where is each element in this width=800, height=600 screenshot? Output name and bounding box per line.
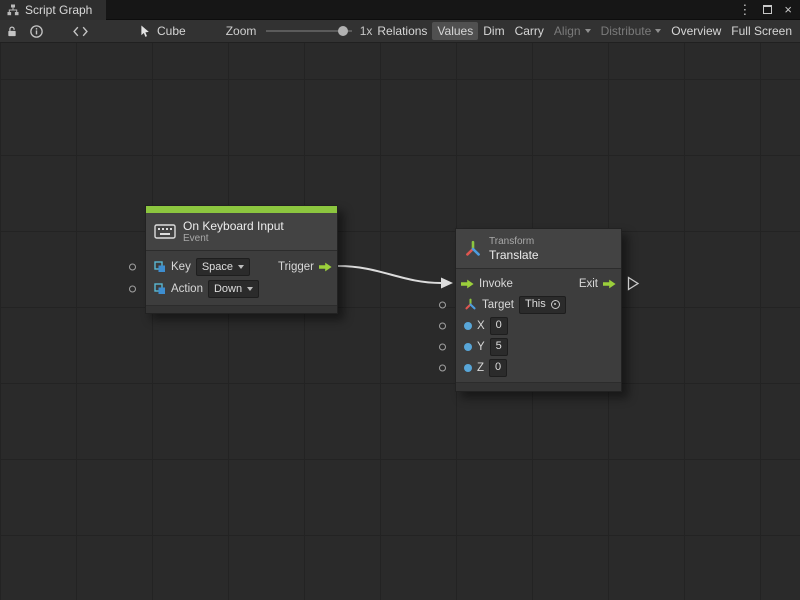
close-icon[interactable]: × bbox=[784, 0, 792, 20]
target-object-label: Cube bbox=[157, 24, 186, 38]
invoke-input-port[interactable] bbox=[461, 279, 474, 289]
node-transform-translate[interactable]: Transform Translate Invoke Exit bbox=[455, 228, 622, 392]
flow-continuation-icon bbox=[627, 276, 640, 291]
x-value-field[interactable]: 0 bbox=[490, 317, 508, 335]
carry-button[interactable]: Carry bbox=[510, 22, 549, 40]
x-value: 0 bbox=[496, 319, 502, 332]
overview-button[interactable]: Overview bbox=[666, 22, 726, 40]
values-button[interactable]: Values bbox=[432, 22, 478, 40]
key-input-port[interactable] bbox=[129, 264, 136, 271]
node-on-keyboard-input[interactable]: On Keyboard Input Event Key Space bbox=[145, 205, 338, 314]
window-controls: ⋮ × bbox=[738, 0, 800, 20]
key-dropdown[interactable]: Space bbox=[196, 258, 250, 276]
distribute-button: Distribute bbox=[596, 22, 667, 40]
transform-gizmo-icon bbox=[464, 240, 482, 258]
graph-toolbar: Cube Zoom 1x Relations Values Dim Carry … bbox=[0, 20, 800, 43]
action-row: Action Down bbox=[146, 278, 337, 300]
y-row: Y 5 bbox=[456, 336, 621, 357]
target-value-field[interactable]: This bbox=[519, 296, 566, 314]
trigger-to-invoke-wire[interactable] bbox=[338, 266, 453, 289]
x-label: X bbox=[477, 320, 485, 332]
window-menu-icon[interactable]: ⋮ bbox=[738, 0, 751, 20]
distribute-label: Distribute bbox=[601, 24, 652, 38]
action-label: Action bbox=[171, 283, 203, 295]
key-value: Space bbox=[202, 261, 233, 274]
dim-button[interactable]: Dim bbox=[478, 22, 509, 40]
node-body: Key Space Trigger bbox=[146, 251, 337, 305]
titlebar: Script Graph ⋮ × bbox=[0, 0, 800, 20]
chevron-down-icon bbox=[238, 265, 244, 269]
z-value-field[interactable]: 0 bbox=[489, 359, 507, 377]
y-label: Y bbox=[477, 341, 485, 353]
target-label: Target bbox=[482, 299, 514, 311]
chevron-down-icon bbox=[247, 287, 253, 291]
lock-icon[interactable] bbox=[7, 25, 17, 38]
node-header[interactable]: On Keyboard Input Event bbox=[146, 213, 337, 251]
z-input-port[interactable] bbox=[439, 364, 446, 371]
enum-icon bbox=[154, 283, 166, 295]
exit-output-port[interactable] bbox=[603, 279, 616, 289]
float-port-icon bbox=[464, 364, 472, 372]
node-header[interactable]: Transform Translate bbox=[456, 229, 621, 269]
z-row: Z 0 bbox=[456, 357, 621, 378]
float-port-icon bbox=[464, 322, 472, 330]
node-footer bbox=[456, 382, 621, 391]
float-port-icon bbox=[464, 343, 472, 351]
trigger-output-port[interactable] bbox=[319, 262, 332, 272]
connection-layer bbox=[0, 43, 800, 600]
x-input-port[interactable] bbox=[439, 322, 446, 329]
toolbar-buttons: Relations Values Dim Carry Align Distrib… bbox=[372, 22, 797, 40]
maximize-icon[interactable] bbox=[763, 5, 772, 14]
y-input-port[interactable] bbox=[439, 343, 446, 350]
graph-target[interactable]: Cube bbox=[140, 24, 186, 38]
relations-button[interactable]: Relations bbox=[372, 22, 432, 40]
zoom-label: Zoom bbox=[226, 24, 257, 38]
node-title: Translate bbox=[489, 248, 539, 262]
graph-icon bbox=[7, 4, 19, 16]
zoom-slider-handle[interactable] bbox=[338, 26, 348, 36]
keyboard-icon bbox=[154, 224, 176, 239]
zoom-slider[interactable] bbox=[266, 25, 350, 37]
z-value: 0 bbox=[495, 361, 501, 374]
target-input-port[interactable] bbox=[439, 301, 446, 308]
graph-canvas[interactable]: On Keyboard Input Event Key Space bbox=[0, 43, 800, 600]
target-row: Target This bbox=[456, 294, 621, 315]
key-row: Key Space Trigger bbox=[146, 256, 337, 278]
z-label: Z bbox=[477, 362, 484, 374]
x-row: X 0 bbox=[456, 315, 621, 336]
info-icon[interactable] bbox=[30, 25, 43, 38]
y-value-field[interactable]: 5 bbox=[490, 338, 508, 356]
invoke-label: Invoke bbox=[479, 278, 513, 290]
invoke-row: Invoke Exit bbox=[456, 273, 621, 294]
node-title: On Keyboard Input bbox=[183, 219, 284, 233]
key-label: Key bbox=[171, 261, 191, 273]
action-value: Down bbox=[214, 283, 242, 296]
tab-title: Script Graph bbox=[25, 3, 92, 17]
cursor-icon bbox=[140, 25, 151, 38]
chevron-down-icon bbox=[585, 29, 591, 33]
transform-mini-icon bbox=[464, 298, 477, 311]
y-value: 5 bbox=[496, 340, 502, 353]
event-accent-bar bbox=[146, 206, 337, 213]
node-category: Transform bbox=[489, 236, 539, 248]
chevron-down-icon bbox=[655, 29, 661, 33]
fullscreen-button[interactable]: Full Screen bbox=[726, 22, 797, 40]
code-icon[interactable] bbox=[73, 26, 88, 37]
zoom-value: 1x bbox=[360, 24, 373, 38]
target-value: This bbox=[525, 298, 546, 311]
object-picker-icon[interactable] bbox=[551, 300, 560, 309]
node-subtitle: Event bbox=[183, 233, 284, 245]
align-label: Align bbox=[554, 24, 581, 38]
align-button: Align bbox=[549, 22, 596, 40]
trigger-label: Trigger bbox=[278, 261, 314, 273]
node-footer bbox=[146, 305, 337, 313]
action-dropdown[interactable]: Down bbox=[208, 280, 259, 298]
action-input-port[interactable] bbox=[129, 286, 136, 293]
exit-label: Exit bbox=[579, 278, 598, 290]
script-graph-window: Script Graph ⋮ × bbox=[0, 0, 800, 600]
node-body: Invoke Exit bbox=[456, 269, 621, 382]
enum-icon bbox=[154, 261, 166, 273]
tab-script-graph[interactable]: Script Graph bbox=[0, 0, 106, 20]
